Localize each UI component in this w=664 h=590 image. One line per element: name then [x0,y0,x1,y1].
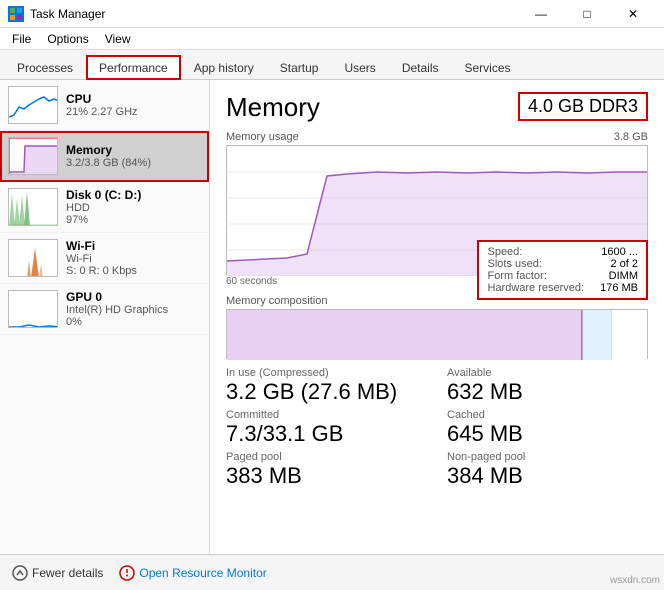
sidebar-item-cpu[interactable]: CPU 21% 2.27 GHz [0,80,209,131]
menu-file[interactable]: File [4,30,39,48]
stat-paged-label: Paged pool [226,451,427,463]
speed-label: Speed: [487,246,522,258]
memory-type-badge: 4.0 GB DDR3 [518,92,648,121]
wifi-subtitle1: Wi-Fi [66,253,137,265]
stat-available-label: Available [447,367,648,379]
tab-services[interactable]: Services [452,55,524,80]
disk-subtitle2: 97% [66,214,141,226]
footer: Fewer details Open Resource Monitor [0,554,664,590]
gpu-title: GPU 0 [66,290,168,304]
minimize-button[interactable]: — [518,0,564,28]
content-panel: Memory 4.0 GB DDR3 Memory usage 3.8 GB [210,80,664,554]
cpu-title: CPU [66,92,138,106]
slots-value: 2 of 2 [610,258,638,270]
speed-value: 1600 ... [601,246,638,258]
memory-composition-chart [226,309,648,359]
gpu-info: GPU 0 Intel(R) HD Graphics 0% [66,290,168,328]
menu-view[interactable]: View [97,30,139,48]
stat-inuse: In use (Compressed) 3.2 GB (27.6 MB) [226,367,427,405]
stat-paged-value: 383 MB [226,463,427,489]
wifi-info: Wi-Fi Wi-Fi S: 0 R: 0 Kbps [66,239,137,277]
fewer-details-label: Fewer details [32,566,103,580]
content-header: Memory 4.0 GB DDR3 [226,92,648,123]
maximize-button[interactable]: □ [564,0,610,28]
fewer-details-button[interactable]: Fewer details [12,565,103,581]
stat-nonpaged: Non-paged pool 384 MB [447,451,648,489]
tab-processes[interactable]: Processes [4,55,86,80]
disk-mini-graph [8,188,58,226]
tab-performance[interactable]: Performance [86,55,181,80]
stat-available: Available 632 MB [447,367,648,405]
gpu-subtitle2: 0% [66,316,168,328]
stat-cached-label: Cached [447,409,648,421]
stat-inuse-value: 3.2 GB (27.6 MB) [226,379,427,405]
cpu-info: CPU 21% 2.27 GHz [66,92,138,118]
stat-committed-label: Committed [226,409,427,421]
tab-users[interactable]: Users [331,55,388,80]
cpu-subtitle: 21% 2.27 GHz [66,106,138,118]
titlebar-title: Task Manager [30,7,105,21]
wifi-title: Wi-Fi [66,239,137,253]
content-title: Memory [226,92,320,123]
info-row-hwreserved: Hardware reserved: 176 MB [487,282,638,294]
chevron-up-icon [12,565,28,581]
composition-chart-section: Memory composition [226,295,648,359]
sidebar-item-disk[interactable]: Disk 0 (C: D:) HDD 97% [0,182,209,233]
slots-label: Slots used: [487,258,541,270]
disk-title: Disk 0 (C: D:) [66,188,141,202]
resource-monitor-label: Open Resource Monitor [139,566,266,580]
stat-cached-value: 645 MB [447,421,648,447]
gpu-mini-graph [8,290,58,328]
stat-cached: Cached 645 MB [447,409,648,447]
stat-nonpaged-label: Non-paged pool [447,451,648,463]
stat-nonpaged-value: 384 MB [447,463,648,489]
sidebar: CPU 21% 2.27 GHz Memory 3.2/3.8 GB (84%) [0,80,210,554]
hw-label: Hardware reserved: [487,282,584,294]
disk-subtitle1: HDD [66,202,141,214]
memory-info: Memory 3.2/3.8 GB (84%) [66,143,151,169]
info-row-slots: Slots used: 2 of 2 [487,258,638,270]
stat-inuse-label: In use (Compressed) [226,367,427,379]
tab-details[interactable]: Details [389,55,452,80]
info-row-form: Form factor: DIMM [487,270,638,282]
close-button[interactable]: ✕ [610,0,656,28]
memory-mini-graph [8,137,58,175]
disk-info: Disk 0 (C: D:) HDD 97% [66,188,141,226]
stats-grid: In use (Compressed) 3.2 GB (27.6 MB) Ava… [226,367,648,489]
cpu-mini-graph [8,86,58,124]
memory-subtitle: 3.2/3.8 GB (84%) [66,157,151,169]
hw-value: 176 MB [600,282,638,294]
stat-committed-value: 7.3/33.1 GB [226,421,427,447]
menubar: File Options View [0,28,664,50]
sidebar-item-memory[interactable]: Memory 3.2/3.8 GB (84%) [0,131,209,182]
wifi-subtitle2: S: 0 R: 0 Kbps [66,265,137,277]
memory-title: Memory [66,143,151,157]
titlebar: Task Manager — □ ✕ [0,0,664,28]
form-label: Form factor: [487,270,546,282]
tabbar: Processes Performance App history Startu… [0,50,664,80]
stat-available-value: 632 MB [447,379,648,405]
sidebar-item-gpu[interactable]: GPU 0 Intel(R) HD Graphics 0% [0,284,209,335]
usage-chart-label: Memory usage 3.8 GB [226,131,648,143]
info-row-speed: Speed: 1600 ... [487,246,638,258]
tab-startup[interactable]: Startup [267,55,332,80]
titlebar-left: Task Manager [8,6,105,22]
resource-monitor-icon [119,565,135,581]
form-value: DIMM [609,270,638,282]
open-resource-monitor-link[interactable]: Open Resource Monitor [119,565,266,581]
watermark: wsxdn.com [610,575,660,586]
titlebar-controls: — □ ✕ [518,0,656,28]
menu-options[interactable]: Options [39,30,96,48]
main-area: CPU 21% 2.27 GHz Memory 3.2/3.8 GB (84%) [0,80,664,554]
gpu-subtitle1: Intel(R) HD Graphics [66,304,168,316]
stat-committed: Committed 7.3/33.1 GB [226,409,427,447]
stat-paged: Paged pool 383 MB [226,451,427,489]
info-box: Speed: 1600 ... Slots used: 2 of 2 Form … [477,240,648,300]
wifi-mini-graph [8,239,58,277]
tab-apphistory[interactable]: App history [181,55,267,80]
sidebar-item-wifi[interactable]: Wi-Fi Wi-Fi S: 0 R: 0 Kbps [0,233,209,284]
taskmanager-icon [8,6,24,22]
